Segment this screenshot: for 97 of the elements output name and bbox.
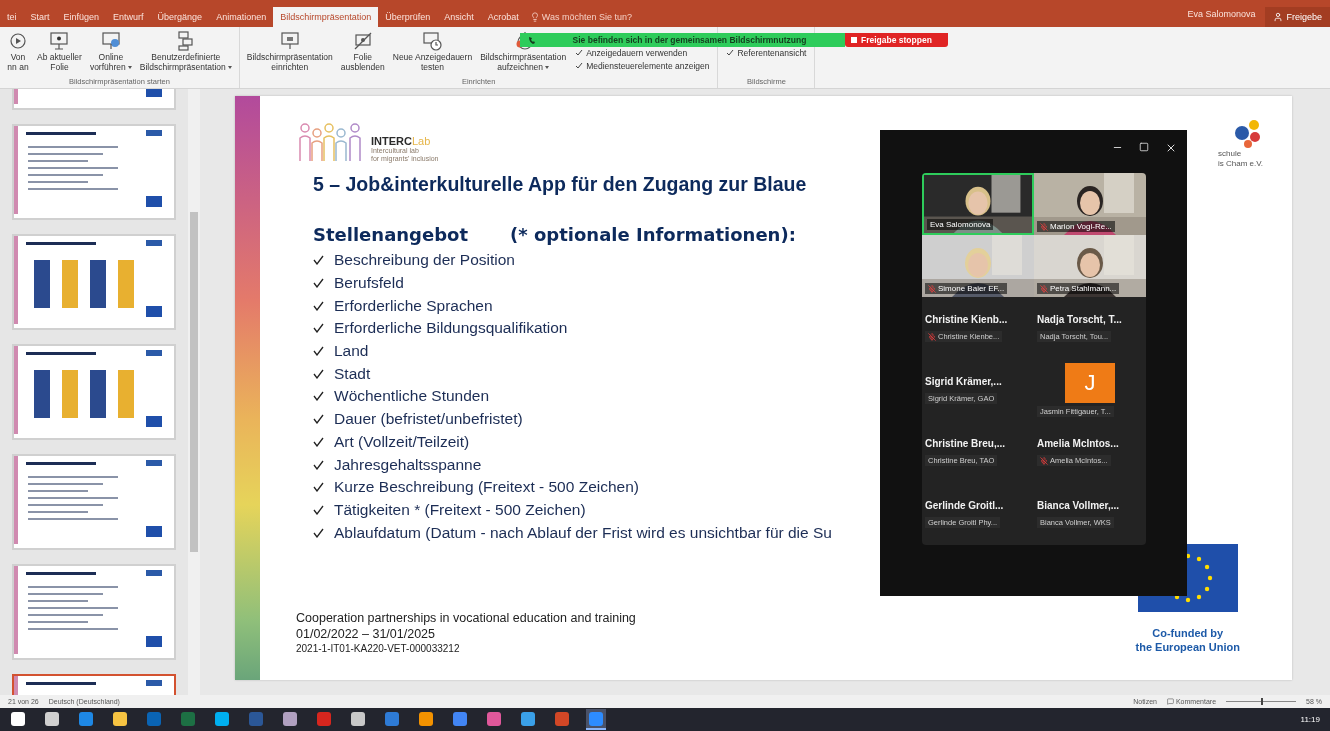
share-button[interactable]: Freigebe	[1265, 7, 1330, 27]
ribbon-button[interactable]: Online vorführen	[86, 27, 135, 77]
participant-name: Marion Vogl-Re...	[1037, 221, 1115, 232]
slide-title: 5 – Job&interkulturelle App für den Zugang zur Blaue	[313, 173, 808, 196]
play-icon	[7, 30, 29, 52]
phone-icon	[528, 36, 536, 44]
footer-text: 2021-1-IT01-KA220-VET-000033212	[296, 643, 461, 654]
footer-text: 01/02/2022 – 31/01/2025	[296, 627, 437, 641]
check-icon	[313, 278, 324, 289]
participant-title: Gerlinde Groitl...	[925, 500, 1004, 511]
list-item: Ablaufdatum (Datum - nach Ablauf der Frist wird es unsichtbar für die Su	[334, 523, 832, 542]
search-field[interactable]: Was möchten Sie tun?	[529, 7, 632, 27]
check-icon	[313, 391, 324, 402]
muted-microphone-icon	[928, 332, 936, 341]
list-item: Berufsfeld	[334, 274, 404, 293]
ribbon-button[interactable]: Ab aktueller Folie	[34, 27, 85, 77]
list-item: Kurze Beschreibung (Freitext - 500 Zeichen)	[334, 478, 639, 497]
participant-title: Bianca Vollmer,...	[1037, 500, 1120, 511]
check-icon	[726, 49, 735, 57]
ribbon-button[interactable]: Benutzerdefinierte Bildschirmpräsentation	[136, 27, 235, 77]
clock: 11:19	[1300, 715, 1321, 724]
ribbon-tab[interactable]: Acrobat	[480, 7, 526, 27]
eu-label: Co-funded by	[1152, 626, 1224, 640]
partner-text: is Cham e.V.	[1218, 159, 1264, 169]
checkbox[interactable]: Mediensteuerelemente anzeigen	[575, 61, 710, 71]
scrollbar[interactable]	[188, 89, 200, 695]
check-icon	[313, 255, 324, 266]
checkbox[interactable]: Referentenansicht	[726, 48, 807, 58]
check-icon	[313, 436, 324, 447]
timer-icon	[421, 30, 444, 52]
projector-icon	[99, 30, 122, 52]
caret-icon	[227, 66, 232, 70]
list-item: Dauer (befristet/unbefristet)	[334, 410, 523, 429]
participant-name: Eva Salomonova	[927, 219, 994, 230]
check-icon	[313, 346, 324, 357]
ribbon-tab[interactable]: Überprüfen	[378, 7, 438, 27]
avatar: J	[1065, 363, 1115, 403]
partner-text: schule	[1218, 149, 1242, 159]
check-icon	[313, 504, 324, 515]
list-item: Land	[334, 342, 369, 361]
list-item: Jahresgehaltsspanne	[334, 455, 482, 474]
ribbon-tab[interactable]: Ansicht	[437, 7, 481, 27]
muted-microphone-icon	[1040, 222, 1048, 231]
projector-icon	[48, 30, 71, 52]
ribbon-button[interactable]: Von nn an	[4, 27, 32, 77]
ribbon-button[interactable]: Bildschirmpräsentation einrichten	[243, 27, 336, 77]
check-icon	[313, 414, 324, 425]
check-icon	[313, 527, 324, 538]
comment-icon	[1166, 698, 1174, 705]
lightbulb-icon	[529, 12, 540, 22]
close-icon[interactable]	[1165, 142, 1177, 154]
muted-microphone-icon	[1040, 456, 1048, 465]
check-icon	[313, 459, 324, 470]
list-item: Art (Vollzeit/Teilzeit)	[334, 432, 470, 451]
participant-name: Simone Baier EF...	[925, 283, 1008, 294]
user-name: Eva Salomonova	[1187, 8, 1256, 19]
slide-heading-note: (* optionale Informationen):	[510, 224, 796, 245]
projector-icon	[278, 30, 301, 52]
list-item: Beschreibung der Position	[334, 251, 515, 270]
ribbon-tab[interactable]: Übergänge	[150, 7, 210, 27]
list-item: Wöchentliche Stunden	[334, 387, 490, 406]
participant-title: Christine Breu,...	[925, 438, 1005, 449]
person-icon	[1273, 12, 1284, 22]
checkbox[interactable]: Anzeigedauern verwenden	[575, 48, 710, 58]
ribbon-button[interactable]: Folie ausblenden	[337, 27, 388, 77]
sharing-banner: Sie befinden sich in der gemeinsamen Bildschirmnutzung	[520, 33, 845, 47]
participant-title: Christine Kienb...	[925, 314, 1008, 325]
ribbon-tab[interactable]: Bildschirmpräsentation	[273, 7, 379, 27]
ribbon-tab[interactable]: Entwurf	[106, 7, 151, 27]
stop-sharing-button[interactable]: Freigabe stoppen	[845, 33, 948, 47]
participant-name: Petra Stahlmann...	[1037, 283, 1120, 294]
caret-icon	[127, 66, 132, 70]
eu-label: the European Union	[1135, 640, 1240, 654]
check-icon	[313, 368, 324, 379]
check-icon	[313, 323, 324, 334]
muted-microphone-icon	[928, 284, 936, 293]
list-item: Stadt	[334, 364, 371, 383]
list-item: Erforderliche Bildungsqualifikation	[334, 319, 568, 338]
list-item: Erforderliche Sprachen	[334, 296, 493, 315]
maximize-icon[interactable]	[1139, 142, 1149, 152]
slide-heading: Stellenangebot	[313, 224, 469, 245]
muted-microphone-icon	[1040, 284, 1048, 293]
check-icon	[313, 300, 324, 311]
ribbon-tab[interactable]: Animationen	[209, 7, 274, 27]
logo-text: INTERCLab	[371, 135, 432, 147]
check-icon	[313, 482, 324, 493]
ribbon-tab[interactable]: Einfügen	[56, 7, 107, 27]
ribbon-button[interactable]: Neue Anzeigedauern testen	[389, 27, 476, 77]
footer-text: Cooperation partnerships in vocational education and training	[296, 611, 636, 625]
participant-title: Nadja Torscht, T...	[1037, 314, 1122, 325]
participant-title: Amelia McIntos...	[1037, 438, 1119, 449]
ribbon-tab[interactable]: Start	[23, 7, 57, 27]
list-item: Tätigkeiten * (Freitext - 500 Zeichen)	[334, 500, 586, 519]
caret-icon	[545, 66, 550, 70]
stop-icon	[851, 37, 857, 43]
participant-title: Sigrid Krämer,...	[925, 376, 1002, 387]
ribbon-tab[interactable]: tei	[0, 7, 24, 27]
